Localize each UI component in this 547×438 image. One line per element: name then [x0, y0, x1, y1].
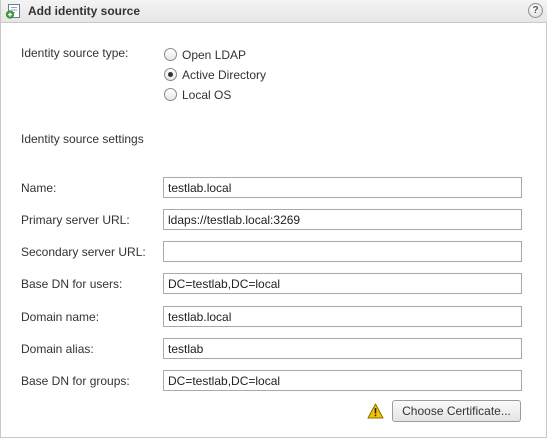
base-dn-users-label: Base DN for users: [21, 277, 123, 291]
base-dn-groups-label: Base DN for groups: [21, 374, 130, 388]
domain-alias-label: Domain alias: [21, 342, 94, 356]
add-identity-source-icon [6, 4, 20, 19]
radio-local-os-label: Local OS [182, 88, 232, 102]
radio-active-directory-circle[interactable] [164, 68, 177, 81]
dialog-title: Add identity source [28, 4, 141, 18]
radio-local-os-circle[interactable] [164, 88, 177, 101]
secondary-server-url-input[interactable] [163, 241, 522, 262]
identity-source-type-label: Identity source type: [21, 46, 129, 60]
domain-name-label: Domain name: [21, 310, 100, 324]
name-input[interactable] [163, 177, 522, 198]
secondary-server-url-label: Secondary server URL: [21, 245, 146, 259]
choose-certificate-button[interactable]: Choose Certificate... [392, 400, 521, 422]
domain-name-input[interactable] [163, 306, 522, 327]
radio-open-ldap-circle[interactable] [164, 48, 177, 61]
base-dn-groups-input[interactable] [163, 370, 522, 391]
warning-icon [367, 403, 384, 419]
radio-active-directory-label: Active Directory [182, 68, 267, 82]
add-identity-source-dialog: Add identity source ? Identity source ty… [0, 0, 547, 438]
identity-source-settings-heading: Identity source settings [21, 132, 144, 146]
radio-open-ldap-label: Open LDAP [182, 48, 247, 62]
name-label: Name: [21, 181, 57, 195]
base-dn-users-input[interactable] [163, 273, 522, 294]
primary-server-url-input[interactable] [163, 209, 522, 230]
help-icon[interactable]: ? [528, 3, 543, 18]
primary-server-url-label: Primary server URL: [21, 213, 130, 227]
domain-alias-input[interactable] [163, 338, 522, 359]
dialog-titlebar: Add identity source ? [1, 0, 547, 23]
